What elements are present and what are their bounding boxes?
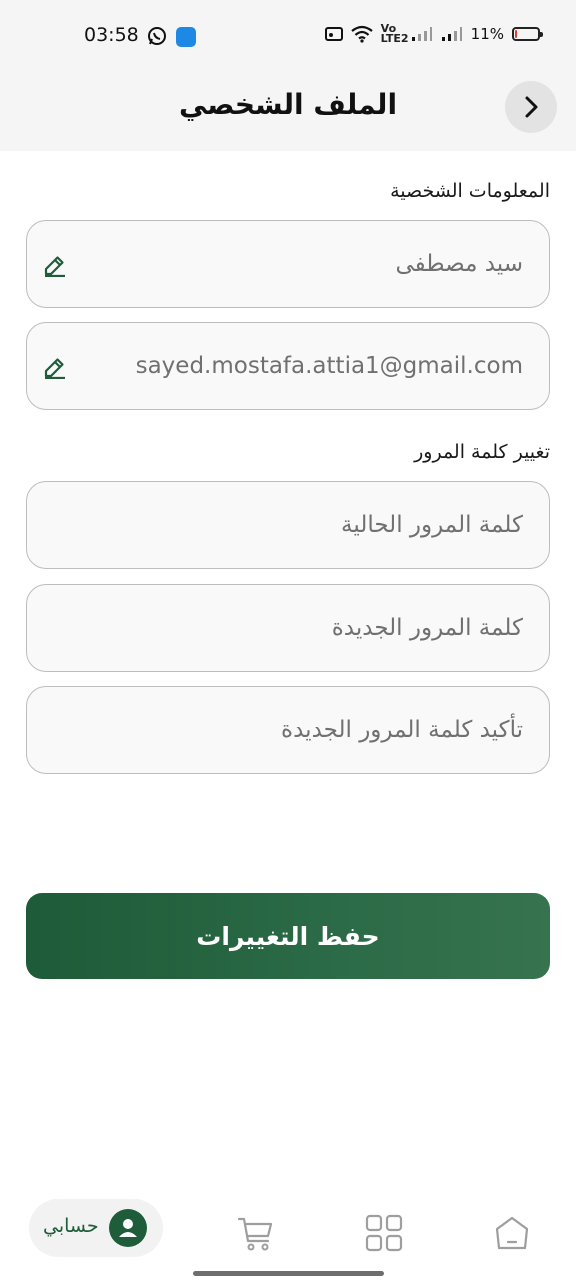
status-bar: 03:58 Vo LTE2 11% <box>0 0 576 70</box>
battery-percent: 11% <box>470 25 504 43</box>
nav-item-account[interactable]: حسابي <box>29 1199 163 1257</box>
confirm-password-placeholder: تأكيد كلمة المرور الجديدة <box>281 717 523 743</box>
nav-account-label: حسابي <box>43 1215 99 1237</box>
status-indicators: Vo LTE2 11% <box>324 22 543 45</box>
wifi-icon <box>350 25 373 43</box>
email-value: sayed.mostafa.attia1@gmail.com <box>135 353 523 379</box>
signal-icon-2 <box>441 27 462 41</box>
battery-icon <box>512 27 543 41</box>
name-value: سيد مصطفى <box>395 251 523 277</box>
back-button[interactable] <box>505 81 557 133</box>
volte-label: Vo LTE2 <box>380 22 409 45</box>
app-header: الملف الشخصي <box>0 70 576 151</box>
email-field[interactable]: sayed.mostafa.attia1@gmail.com <box>26 322 550 410</box>
app-notification-icon <box>176 27 196 47</box>
current-password-field[interactable]: كلمة المرور الحالية <box>26 481 550 569</box>
save-changes-button[interactable]: حفظ التغييرات <box>26 893 550 979</box>
pencil-icon[interactable] <box>43 253 67 277</box>
account-icon <box>109 1209 147 1247</box>
cast-icon <box>324 27 343 41</box>
current-password-placeholder: كلمة المرور الحالية <box>341 512 523 538</box>
new-password-field[interactable]: كلمة المرور الجديدة <box>26 584 550 672</box>
cart-icon[interactable] <box>236 1213 276 1253</box>
personal-info-label: المعلومات الشخصية <box>390 180 550 202</box>
page-title: الملف الشخصي <box>178 88 398 121</box>
chevron-right-icon <box>525 96 538 118</box>
change-password-label: تغيير كلمة المرور <box>414 441 550 463</box>
status-time: 03:58 <box>84 24 139 46</box>
home-indicator[interactable] <box>193 1271 384 1276</box>
whatsapp-icon <box>148 27 166 45</box>
battery-fill <box>515 30 517 38</box>
signal-icon <box>411 27 432 41</box>
name-field[interactable]: سيد مصطفى <box>26 220 550 308</box>
pencil-icon[interactable] <box>43 355 67 379</box>
new-password-placeholder: كلمة المرور الجديدة <box>331 615 523 641</box>
grid-icon[interactable] <box>364 1213 404 1253</box>
home-icon[interactable] <box>492 1213 532 1253</box>
confirm-password-field[interactable]: تأكيد كلمة المرور الجديدة <box>26 686 550 774</box>
